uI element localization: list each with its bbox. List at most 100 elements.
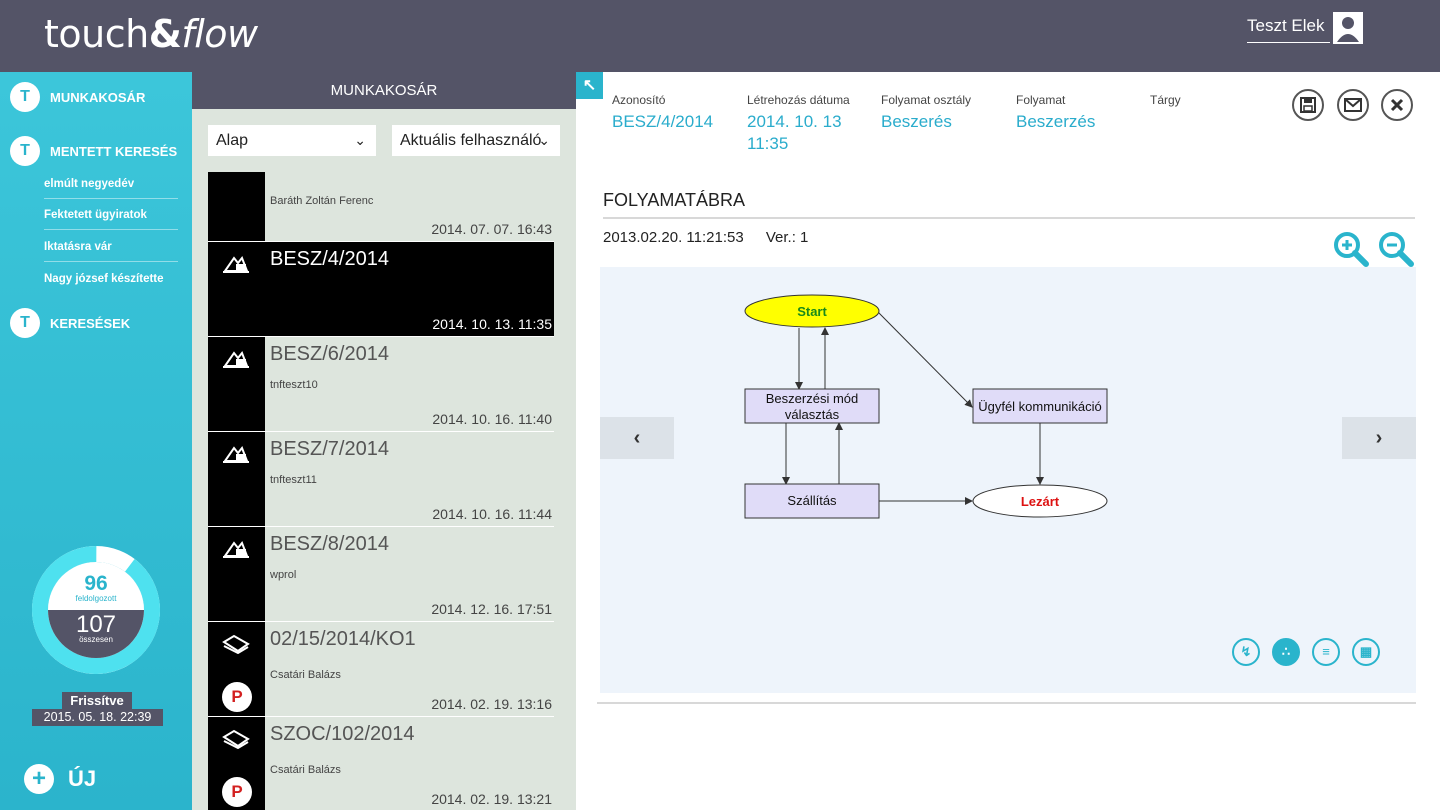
item-title: BESZ/8/2014	[270, 533, 389, 555]
save-button[interactable]	[1292, 89, 1324, 121]
close-button[interactable]	[1381, 89, 1413, 121]
list-item[interactable]: BESZ/8/2014 wprol 2014. 12. 16. 17:51	[208, 527, 554, 622]
nav-worklist[interactable]: T MUNKAKOSÁR	[10, 82, 145, 112]
nav-searches-label: KERESÉSEK	[50, 315, 131, 331]
purchase-icon	[223, 446, 249, 463]
field-process-label: Folyamat	[1016, 93, 1066, 107]
document-icon	[222, 634, 250, 654]
document-view-button[interactable]: ≡	[1312, 638, 1340, 666]
processed-label: feldolgozott	[75, 594, 117, 603]
node-shipping	[744, 483, 880, 519]
item-date: 2014. 10. 16. 11:44	[432, 506, 552, 522]
field-created-value: 2014. 10. 13 11:35	[747, 112, 842, 153]
total-label: összesen	[79, 635, 113, 644]
item-date: 2014. 07. 07. 16:43	[431, 221, 552, 237]
refresh-date: 2015. 05. 18. 22:39	[32, 709, 163, 726]
node-shipping-label: Szállítás	[787, 493, 837, 508]
section-title: FOLYAMATÁBRA	[603, 190, 1415, 219]
tf-logo-icon: T	[10, 308, 40, 338]
field-process-value: Beszerzés	[1016, 112, 1096, 131]
list-item[interactable]: BESZ/6/2014 tnfteszt10 2014. 10. 16. 11:…	[208, 337, 554, 432]
flag-icon: P	[222, 682, 252, 712]
new-button-label: ÚJ	[68, 766, 97, 791]
saved-search-item[interactable]: Fektetett ügyiratok	[44, 209, 178, 230]
item-tile	[208, 432, 265, 526]
field-process: Folyamat Beszerzés	[1016, 93, 1095, 133]
item-date: 2014. 02. 19. 13:16	[431, 696, 552, 712]
detail-panel: ↖ Azonosító BESZ/4/2014 Létrehozás dátum…	[576, 72, 1440, 810]
node-start-label: Start	[797, 304, 827, 319]
list-item-selected[interactable]: BESZ/4/2014 2014. 10. 13. 11:35	[208, 242, 554, 337]
zoom-in-icon[interactable]	[1332, 230, 1370, 268]
item-title: 02/15/2014/KO1	[270, 628, 416, 650]
tf-logo-icon: T	[10, 82, 40, 112]
item-subtitle: Csatári Balázs	[270, 764, 341, 776]
nav-saved-search[interactable]: T MENTETT KERESÉS	[10, 136, 177, 166]
item-date: 2014. 10. 13. 11:35	[432, 316, 552, 332]
item-tile: P	[208, 622, 265, 716]
purchase-icon	[223, 541, 249, 558]
process-diagram-area: ‹ › Start Beszerzési mód választás Ügyfé…	[600, 267, 1416, 693]
list-item[interactable]: Baráth Zoltán Ferenc 2014. 07. 07. 16:43	[208, 172, 554, 242]
touchflow-logo: touch&flow	[44, 12, 258, 56]
user-name[interactable]: Teszt Elek	[1247, 16, 1330, 43]
list-item[interactable]: P SZOC/102/2014 Csatári Balázs 2014. 02.…	[208, 717, 554, 810]
saved-search-item[interactable]: Iktatásra vár	[44, 241, 178, 262]
progress-ring	[32, 546, 160, 674]
top-header: touch&flow Teszt Elek	[0, 0, 1440, 72]
app-window: touch&flow Teszt Elek T MUNKAKOSÁR T MEN…	[0, 0, 1440, 810]
flag-icon: P	[222, 777, 252, 807]
item-date: 2014. 02. 19. 13:21	[431, 791, 552, 807]
item-tile	[208, 172, 265, 241]
field-subject-label: Tárgy	[1150, 93, 1181, 107]
nav-searches[interactable]: T KERESÉSEK	[10, 308, 130, 338]
node-closed	[972, 484, 1108, 518]
field-id-value: BESZ/4/2014	[612, 112, 714, 131]
network-view-icon: ∴	[1281, 644, 1291, 659]
worklist-panel: MUNKAKOSÁR Alap ⌄ Aktuális felhasználó ⌄…	[192, 72, 576, 810]
item-subtitle: Csatári Balázs	[270, 669, 341, 681]
item-subtitle: wprol	[270, 569, 297, 581]
version-date: 2013.02.20. 11:21:53	[603, 229, 744, 246]
list-item[interactable]: BESZ/7/2014 tnfteszt11 2014. 10. 16. 11:…	[208, 432, 554, 527]
next-arrow-button[interactable]: ›	[1342, 417, 1416, 459]
flow-view-button[interactable]: ↯	[1232, 638, 1260, 666]
field-process-class-value: Beszerés	[881, 112, 952, 131]
refresh-label: Frissítve	[62, 692, 132, 709]
field-process-class-label: Folyamat osztály	[881, 93, 972, 107]
previous-arrow-button[interactable]: ‹	[600, 417, 674, 459]
node-closed-label: Lezárt	[1021, 494, 1060, 509]
item-subtitle: Baráth Zoltán Ferenc	[270, 195, 374, 207]
network-view-button[interactable]: ∴	[1272, 638, 1300, 666]
save-icon	[1300, 97, 1316, 113]
edge-start-to-customer	[877, 311, 973, 408]
collapse-arrow-icon[interactable]: ↖	[576, 72, 603, 99]
filter-user-select[interactable]: Aktuális felhasználó ⌄	[392, 125, 560, 156]
mail-button[interactable]	[1337, 89, 1369, 121]
item-title: SZOC/102/2014	[270, 723, 415, 745]
close-icon	[1390, 98, 1404, 112]
list-item[interactable]: P 02/15/2014/KO1 Csatári Balázs 2014. 02…	[208, 622, 554, 717]
saved-search-item[interactable]: Nagy józsef készítette	[44, 273, 178, 293]
processed-count: 96	[84, 572, 108, 595]
flow-view-icon: ↯	[1240, 644, 1252, 659]
field-id: Azonosító BESZ/4/2014	[612, 93, 713, 133]
zoom-out-icon[interactable]	[1377, 230, 1415, 268]
field-process-class: Folyamat osztály Beszerés	[881, 93, 971, 133]
node-choice-label-2: választás	[785, 407, 840, 422]
sidebar: T MUNKAKOSÁR T MENTETT KERESÉS elmúlt ne…	[0, 72, 192, 810]
nav-worklist-label: MUNKAKOSÁR	[50, 89, 146, 105]
node-choice-label-1: Beszerzési mód	[766, 391, 858, 406]
version-line: 2013.02.20. 11:21:53 Ver.: 1	[603, 229, 826, 246]
user-avatar-icon[interactable]	[1333, 12, 1363, 44]
process-flowchart: Start Beszerzési mód választás Ügyfél ko…	[744, 294, 1108, 519]
item-date: 2014. 10. 16. 11:40	[432, 411, 552, 427]
table-view-button[interactable]: ▦	[1352, 638, 1380, 666]
item-date: 2014. 12. 16. 17:51	[431, 601, 552, 617]
node-start	[744, 294, 880, 328]
filter-base-select[interactable]: Alap ⌄	[208, 125, 376, 156]
new-button[interactable]: + ÚJ	[24, 764, 96, 794]
chevron-down-icon: ⌄	[538, 132, 550, 148]
item-tile	[208, 337, 265, 431]
saved-search-item[interactable]: elmúlt negyedév	[44, 178, 178, 199]
